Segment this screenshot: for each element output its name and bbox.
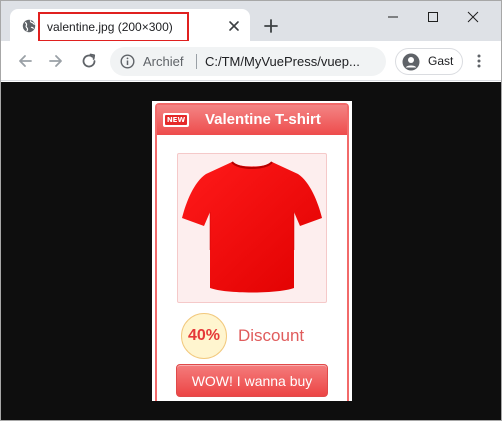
buy-button-label: WOW! I wanna buy: [191, 373, 313, 389]
close-icon[interactable]: [226, 18, 242, 34]
card-title: Valentine T-shirt: [205, 111, 321, 128]
reload-icon[interactable]: [80, 52, 98, 70]
window-close-button[interactable]: [453, 5, 493, 29]
tab-title-highlight: valentine.jpg (200×300): [38, 12, 189, 42]
tshirt-icon: [182, 161, 322, 293]
divider: [196, 54, 197, 69]
address-bar[interactable]: Archief C:/TM/MyVuePress/vuep...: [110, 47, 386, 76]
tab-strip: valentine.jpg (200×300): [1, 1, 501, 42]
displayed-image: NEW Valentine T-shirt 40% Discount WOW! …: [152, 101, 352, 401]
card-header: NEW Valentine T-shirt: [157, 105, 347, 135]
product-card: NEW Valentine T-shirt 40% Discount WOW! …: [155, 103, 349, 401]
back-arrow-icon[interactable]: [16, 52, 34, 70]
page-viewport: NEW Valentine T-shirt 40% Discount WOW! …: [1, 82, 501, 420]
minimize-button[interactable]: [373, 5, 413, 29]
kebab-menu-icon[interactable]: [475, 53, 483, 69]
window-close-icon: [467, 11, 479, 23]
tab-title: valentine.jpg (200×300): [47, 20, 173, 34]
buy-button: WOW! I wanna buy: [176, 364, 328, 397]
maximize-button[interactable]: [413, 5, 453, 29]
product-photo: [177, 153, 327, 303]
discount-badge: 40%: [181, 313, 227, 359]
avatar-icon: [402, 53, 420, 71]
browser-window: valentine.jpg (200×300) Archief C:/TM/My…: [0, 0, 502, 421]
tab-active[interactable]: valentine.jpg (200×300): [10, 9, 250, 42]
plus-icon[interactable]: [263, 18, 279, 34]
forward-arrow-icon[interactable]: [47, 52, 65, 70]
info-icon[interactable]: [120, 54, 135, 69]
globe-icon: [22, 19, 36, 33]
origin-label: Archief: [143, 54, 184, 69]
url-text[interactable]: C:/TM/MyVuePress/vuep...: [205, 54, 360, 69]
new-badge: NEW: [163, 113, 189, 127]
minimize-icon: [388, 16, 398, 18]
maximize-icon: [428, 12, 438, 22]
profile-name: Gast: [428, 54, 454, 68]
discount-label: Discount: [238, 326, 305, 345]
discount-percent: 40%: [187, 327, 221, 344]
new-badge-label: NEW: [165, 115, 187, 125]
profile-button[interactable]: Gast: [395, 48, 463, 75]
browser-toolbar: Archief C:/TM/MyVuePress/vuep... Gast: [1, 41, 501, 81]
